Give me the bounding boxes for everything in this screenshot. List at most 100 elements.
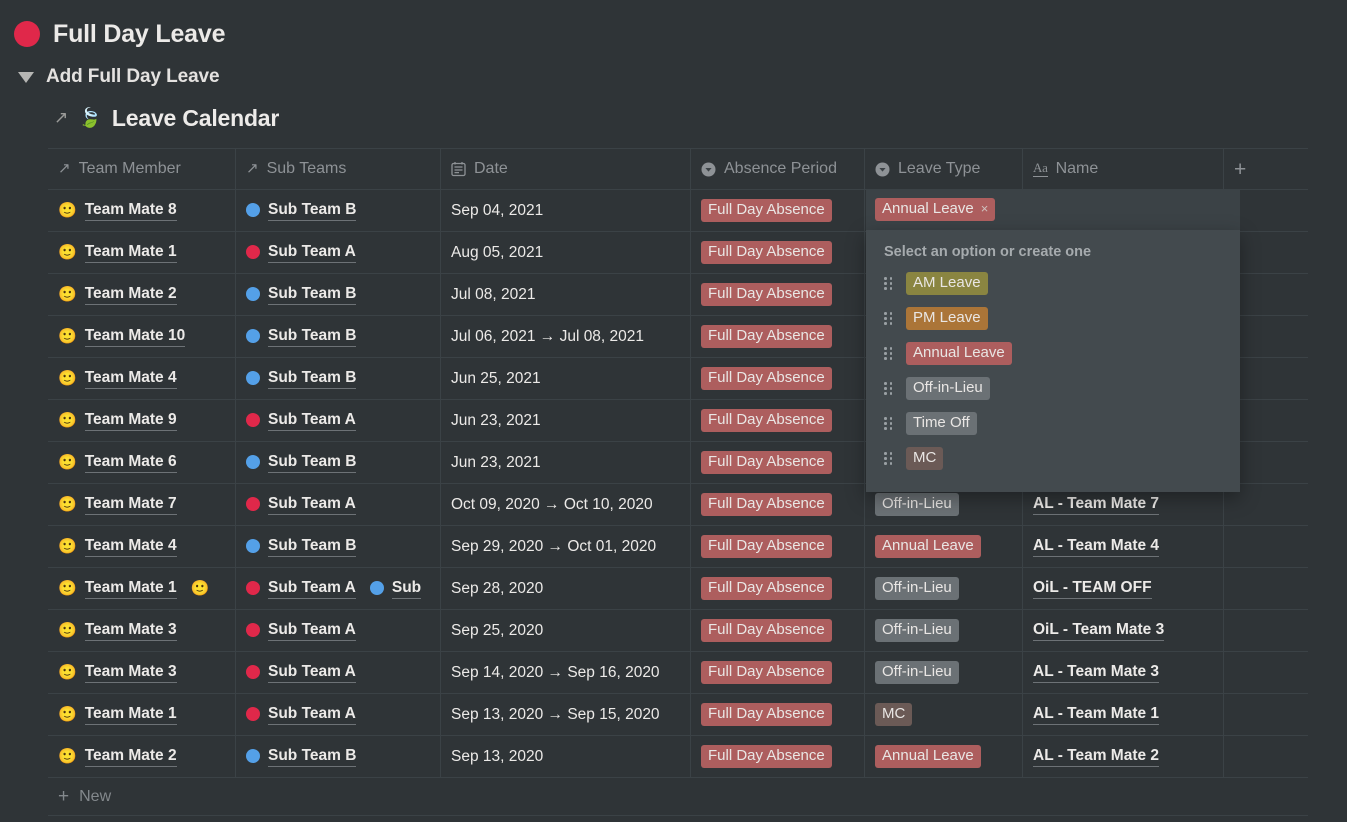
dropdown-option[interactable]: MC [866, 441, 1240, 476]
column-header-sub-teams[interactable]: ↗ Sub Teams [236, 149, 441, 189]
cell-date[interactable]: Sep 28, 2020 [441, 568, 691, 609]
relation-item[interactable]: Sub Team A [246, 704, 356, 726]
cell-date[interactable]: Sep 13, 2020 → Sep 15, 2020 [441, 694, 691, 735]
table-row[interactable]: 🙂 Team Mate 3 Sub Team A Sep 25, 2020 Full D… [48, 610, 1308, 652]
cell-team-member[interactable]: 🙂 Team Mate 9 [48, 400, 236, 441]
cell-date[interactable]: Sep 13, 2020 [441, 736, 691, 777]
cell-date[interactable]: Sep 29, 2020 → Oct 01, 2020 [441, 526, 691, 567]
cell-date[interactable]: Jun 23, 2021 [441, 442, 691, 483]
cell-absence-period[interactable]: Full Day Absence [691, 736, 865, 777]
cell-team-member[interactable]: 🙂 Team Mate 1 🙂 [48, 568, 236, 609]
table-row[interactable]: 🙂 Team Mate 1 Sub Team A Sep 13, 2020 → Sep… [48, 694, 1308, 736]
column-header-absence-period[interactable]: Absence Period [691, 149, 865, 189]
cell-date[interactable]: Jun 23, 2021 [441, 400, 691, 441]
cell-team-member[interactable]: 🙂 Team Mate 2 [48, 736, 236, 777]
cell-absence-period[interactable]: Full Day Absence [691, 232, 865, 273]
relation-item[interactable]: 🙂 Team Mate 1 [58, 578, 177, 600]
cell-leave-type[interactable]: Annual Leave [865, 736, 1023, 777]
relation-item[interactable]: 🙂 Team Mate 4 [58, 368, 177, 390]
relation-item[interactable]: 🙂 Team Mate 2 [58, 284, 177, 306]
cell-absence-period[interactable]: Full Day Absence [691, 526, 865, 567]
drag-handle-icon[interactable] [884, 277, 893, 290]
cell-leave-type[interactable]: Annual Leave [865, 526, 1023, 567]
cell-absence-period[interactable]: Full Day Absence [691, 358, 865, 399]
close-icon[interactable]: × [981, 201, 989, 217]
cell-sub-teams[interactable]: Sub Team B [236, 442, 441, 483]
dropdown-option[interactable]: Off-in-Lieu [866, 371, 1240, 406]
relation-item[interactable]: 🙂 Team Mate 9 [58, 410, 177, 432]
cell-sub-teams[interactable]: Sub Team A [236, 610, 441, 651]
column-header-name[interactable]: Aa Name [1023, 149, 1224, 189]
cell-date[interactable]: Oct 09, 2020 → Oct 10, 2020 [441, 484, 691, 525]
cell-sub-teams[interactable]: Sub Team A [236, 400, 441, 441]
cell-sub-teams[interactable]: Sub Team A Sub [236, 568, 441, 609]
relation-item[interactable]: 🙂 [191, 581, 210, 596]
relation-item[interactable]: Sub Team A [246, 410, 356, 432]
cell-team-member[interactable]: 🙂 Team Mate 6 [48, 442, 236, 483]
drag-handle-icon[interactable] [884, 452, 893, 465]
drag-handle-icon[interactable] [884, 312, 893, 325]
dropdown-option[interactable]: PM Leave [866, 301, 1240, 336]
cell-absence-period[interactable]: Full Day Absence [691, 316, 865, 357]
drag-handle-icon[interactable] [884, 382, 893, 395]
relation-item[interactable]: Sub Team A [246, 242, 356, 264]
add-column-button[interactable]: + [1224, 149, 1308, 189]
cell-absence-period[interactable]: Full Day Absence [691, 274, 865, 315]
relation-item[interactable]: 🙂 Team Mate 3 [58, 620, 177, 642]
cell-leave-type[interactable]: Off-in-Lieu [865, 652, 1023, 693]
relation-item[interactable]: Sub Team B [246, 200, 357, 222]
cell-date[interactable]: Sep 04, 2021 [441, 190, 691, 231]
relation-item[interactable]: 🙂 Team Mate 7 [58, 494, 177, 516]
toggle-block[interactable]: Add Full Day Leave [0, 65, 1347, 89]
cell-team-member[interactable]: 🙂 Team Mate 10 [48, 316, 236, 357]
cell-name[interactable]: AL - Team Mate 2 [1023, 736, 1224, 777]
leave-type-input[interactable]: Annual Leave × [866, 189, 1240, 230]
cell-team-member[interactable]: 🙂 Team Mate 7 [48, 484, 236, 525]
cell-team-member[interactable]: 🙂 Team Mate 1 [48, 232, 236, 273]
relation-item[interactable]: Sub Team B [246, 326, 357, 348]
cell-name[interactable]: AL - Team Mate 4 [1023, 526, 1224, 567]
drag-handle-icon[interactable] [884, 417, 893, 430]
relation-item[interactable]: Sub Team A [246, 620, 356, 642]
cell-sub-teams[interactable]: Sub Team B [236, 358, 441, 399]
table-row[interactable]: 🙂 Team Mate 3 Sub Team A Sep 14, 2020 → Sep… [48, 652, 1308, 694]
cell-sub-teams[interactable]: Sub Team A [236, 694, 441, 735]
column-header-leave-type[interactable]: Leave Type [865, 149, 1023, 189]
cell-date[interactable]: Jul 08, 2021 [441, 274, 691, 315]
relation-item[interactable]: 🙂 Team Mate 1 [58, 242, 177, 264]
cell-absence-period[interactable]: Full Day Absence [691, 400, 865, 441]
cell-team-member[interactable]: 🙂 Team Mate 2 [48, 274, 236, 315]
table-row[interactable]: 🙂 Team Mate 1 🙂 Sub Team A Sub Sep 28, 2020 Fu… [48, 568, 1308, 610]
cell-team-member[interactable]: 🙂 Team Mate 4 [48, 358, 236, 399]
cell-absence-period[interactable]: Full Day Absence [691, 694, 865, 735]
open-database-icon[interactable]: ↗ [54, 109, 68, 126]
cell-absence-period[interactable]: Full Day Absence [691, 190, 865, 231]
cell-name[interactable]: AL - Team Mate 3 [1023, 652, 1224, 693]
relation-item[interactable]: 🙂 Team Mate 8 [58, 200, 177, 222]
cell-team-member[interactable]: 🙂 Team Mate 8 [48, 190, 236, 231]
table-row[interactable]: 🙂 Team Mate 2 Sub Team B Sep 13, 2020 Full D… [48, 736, 1308, 778]
drag-handle-icon[interactable] [884, 347, 893, 360]
cell-sub-teams[interactable]: Sub Team A [236, 484, 441, 525]
cell-leave-type[interactable]: Off-in-Lieu [865, 610, 1023, 651]
relation-item[interactable]: 🙂 Team Mate 2 [58, 746, 177, 768]
relation-item[interactable]: Sub [369, 578, 422, 600]
cell-sub-teams[interactable]: Sub Team A [236, 232, 441, 273]
cell-team-member[interactable]: 🙂 Team Mate 4 [48, 526, 236, 567]
cell-absence-period[interactable]: Full Day Absence [691, 442, 865, 483]
cell-date[interactable]: Jun 25, 2021 [441, 358, 691, 399]
database-title[interactable]: ↗ 🍃 Leave Calendar [0, 103, 1347, 133]
dropdown-option[interactable]: Annual Leave [866, 336, 1240, 371]
cell-absence-period[interactable]: Full Day Absence [691, 568, 865, 609]
relation-item[interactable]: 🙂 Team Mate 6 [58, 452, 177, 474]
cell-sub-teams[interactable]: Sub Team B [236, 274, 441, 315]
cell-name[interactable]: OiL - TEAM OFF [1023, 568, 1224, 609]
cell-date[interactable]: Jul 06, 2021 → Jul 08, 2021 [441, 316, 691, 357]
cell-name[interactable]: AL - Team Mate 1 [1023, 694, 1224, 735]
dropdown-option[interactable]: Time Off [866, 406, 1240, 441]
cell-team-member[interactable]: 🙂 Team Mate 3 [48, 652, 236, 693]
new-row-button[interactable]: + New [48, 778, 1308, 816]
relation-item[interactable]: Sub Team B [246, 536, 357, 558]
cell-sub-teams[interactable]: Sub Team B [236, 736, 441, 777]
relation-item[interactable]: Sub Team B [246, 452, 357, 474]
